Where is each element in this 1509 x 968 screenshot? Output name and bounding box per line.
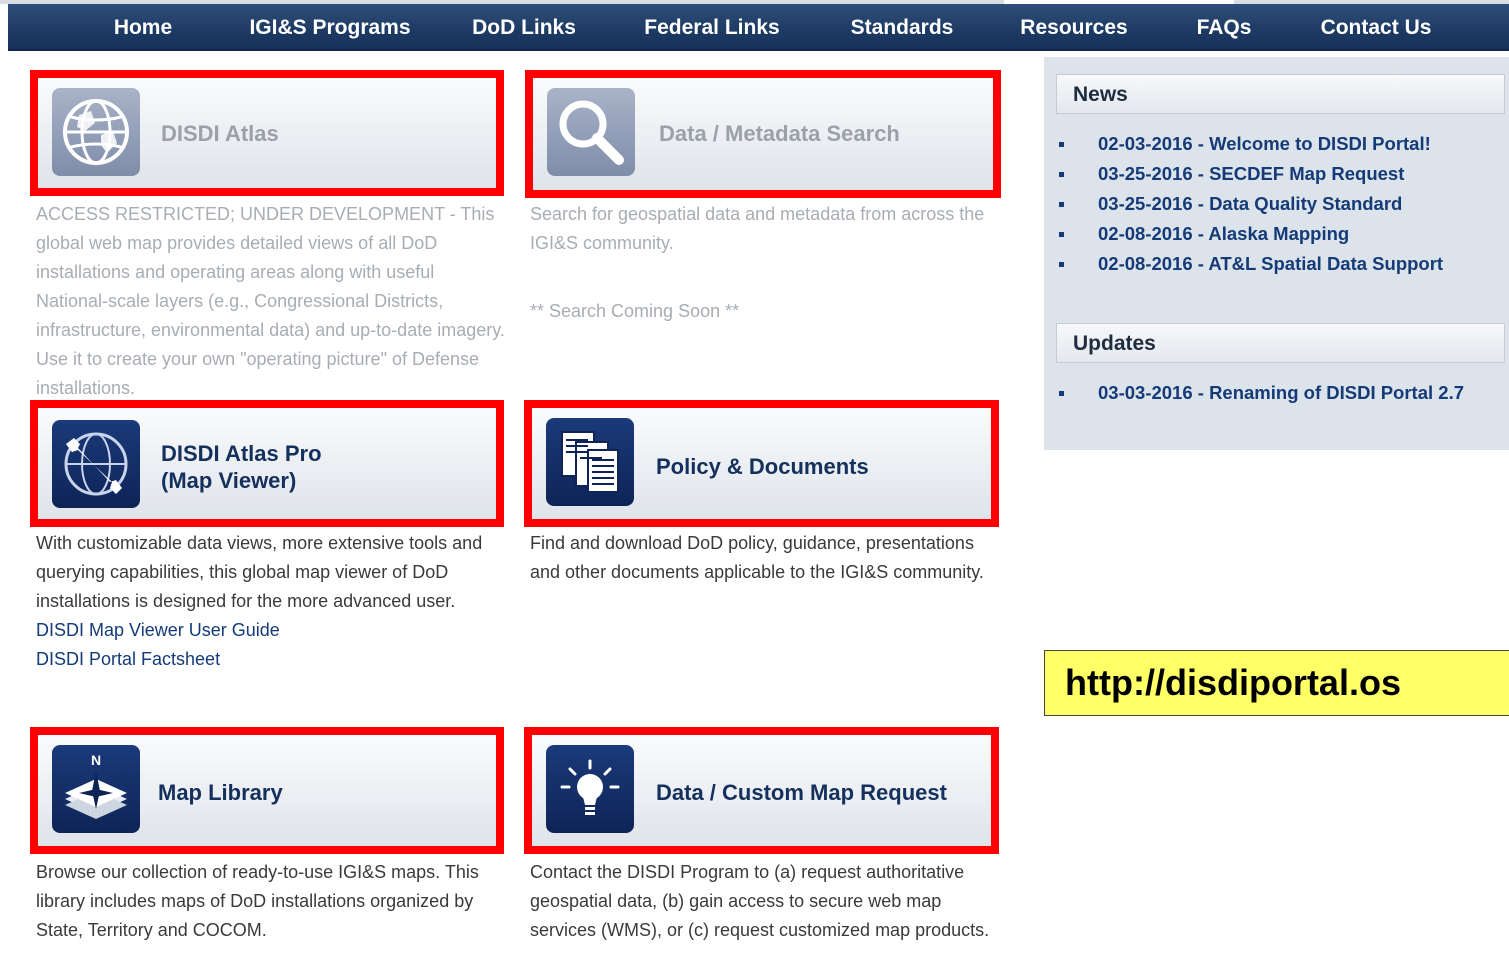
globe-icon bbox=[52, 88, 140, 176]
description-text: Find and download DoD policy, guidance, … bbox=[530, 533, 984, 582]
magnifier-icon bbox=[547, 88, 635, 176]
nav-home[interactable]: Home bbox=[88, 4, 198, 49]
bullet-icon bbox=[1059, 391, 1064, 396]
map-viewer-user-guide-link[interactable]: DISDI Map Viewer User Guide bbox=[36, 616, 510, 645]
news-item[interactable]: 02-03-2016 - Welcome to DISDI Portal! bbox=[1056, 129, 1443, 159]
bullet-icon bbox=[1059, 232, 1064, 237]
tile-title: Data / Custom Map Request bbox=[656, 780, 947, 805]
nav-dod-links[interactable]: DoD Links bbox=[460, 4, 588, 49]
nav-resources[interactable]: Resources bbox=[1010, 4, 1138, 49]
tile-disdi-atlas-pro[interactable]: DISDI Atlas Pro (Map Viewer) bbox=[30, 400, 504, 527]
tile-title: Data / Metadata Search bbox=[659, 121, 900, 146]
update-item-label: 03-03-2016 - Renaming of DISDI Portal 2.… bbox=[1098, 382, 1465, 403]
documents-icon bbox=[546, 418, 634, 506]
sidebar-panel: News 02-03-2016 - Welcome to DISDI Porta… bbox=[1044, 57, 1509, 450]
news-header: News bbox=[1056, 74, 1505, 114]
news-list: 02-03-2016 - Welcome to DISDI Portal! 03… bbox=[1056, 129, 1443, 279]
top-navigation: Home IGI&S Programs DoD Links Federal Li… bbox=[8, 4, 1509, 51]
news-item[interactable]: 02-08-2016 - Alaska Mapping bbox=[1056, 219, 1443, 249]
description-text: With customizable data views, more exten… bbox=[36, 533, 483, 611]
globe-wrench-icon bbox=[52, 420, 140, 508]
map-library-description: Browse our collection of ready-to-use IG… bbox=[36, 858, 510, 945]
tile-title: DISDI Atlas bbox=[161, 121, 279, 146]
tile-title: Map Library bbox=[158, 780, 283, 805]
atlas-description: ACCESS RESTRICTED; UNDER DEVELOPMENT - T… bbox=[36, 200, 508, 403]
nav-igis-programs[interactable]: IGI&S Programs bbox=[230, 4, 430, 49]
news-item[interactable]: 02-08-2016 - AT&L Spatial Data Support bbox=[1056, 249, 1443, 279]
nav-contact-us[interactable]: Contact Us bbox=[1306, 4, 1446, 49]
news-item-label: 02-03-2016 - Welcome to DISDI Portal! bbox=[1098, 133, 1431, 154]
url-callout: http://disdiportal.os bbox=[1044, 650, 1509, 716]
bullet-icon bbox=[1059, 262, 1064, 267]
nav-standards[interactable]: Standards bbox=[838, 4, 966, 49]
search-description: Search for geospatial data and metadata … bbox=[530, 200, 1000, 326]
news-item[interactable]: 03-25-2016 - Data Quality Standard bbox=[1056, 189, 1443, 219]
news-item-label: 03-25-2016 - SECDEF Map Request bbox=[1098, 163, 1405, 184]
tile-title-line1: DISDI Atlas Pro bbox=[161, 441, 322, 466]
updates-header: Updates bbox=[1056, 323, 1505, 363]
description-text: ACCESS RESTRICTED; UNDER DEVELOPMENT - T… bbox=[36, 204, 505, 398]
portal-factsheet-link[interactable]: DISDI Portal Factsheet bbox=[36, 645, 510, 674]
tile-data-metadata-search[interactable]: Data / Metadata Search bbox=[525, 70, 1001, 198]
tile-disdi-atlas[interactable]: DISDI Atlas bbox=[30, 70, 504, 196]
custom-map-description: Contact the DISDI Program to (a) request… bbox=[530, 858, 1004, 945]
nav-federal-links[interactable]: Federal Links bbox=[632, 4, 792, 49]
lightbulb-icon bbox=[546, 745, 634, 833]
policy-description: Find and download DoD policy, guidance, … bbox=[530, 529, 1004, 587]
compass-north-letter: N bbox=[91, 752, 101, 768]
atlas-pro-description: With customizable data views, more exten… bbox=[36, 529, 510, 674]
bullet-icon bbox=[1059, 142, 1064, 147]
tile-policy-documents[interactable]: Policy & Documents bbox=[524, 400, 999, 527]
update-item[interactable]: 03-03-2016 - Renaming of DISDI Portal 2.… bbox=[1056, 378, 1464, 408]
news-item-label: 03-25-2016 - Data Quality Standard bbox=[1098, 193, 1403, 214]
updates-list: 03-03-2016 - Renaming of DISDI Portal 2.… bbox=[1056, 378, 1464, 408]
description-text: Search for geospatial data and metadata … bbox=[530, 204, 985, 253]
nav-faqs[interactable]: FAQs bbox=[1186, 4, 1262, 49]
news-item-label: 02-08-2016 - AT&L Spatial Data Support bbox=[1098, 253, 1444, 274]
description-text: Browse our collection of ready-to-use IG… bbox=[36, 862, 479, 940]
tile-title: DISDI Atlas Pro (Map Viewer) bbox=[161, 440, 322, 494]
search-coming-soon-note: ** Search Coming Soon ** bbox=[530, 301, 740, 321]
bullet-icon bbox=[1059, 172, 1064, 177]
tile-title-line2: (Map Viewer) bbox=[161, 468, 297, 493]
bullet-icon bbox=[1059, 202, 1064, 207]
news-item-label: 02-08-2016 - Alaska Mapping bbox=[1098, 223, 1350, 244]
news-item[interactable]: 03-25-2016 - SECDEF Map Request bbox=[1056, 159, 1443, 189]
compass-map-icon: N bbox=[52, 745, 140, 833]
tile-title: Policy & Documents bbox=[656, 454, 869, 479]
description-text: Contact the DISDI Program to (a) request… bbox=[530, 862, 990, 940]
tile-map-library[interactable]: N Map Library bbox=[30, 727, 504, 854]
tile-custom-map-request[interactable]: Data / Custom Map Request bbox=[524, 727, 999, 854]
